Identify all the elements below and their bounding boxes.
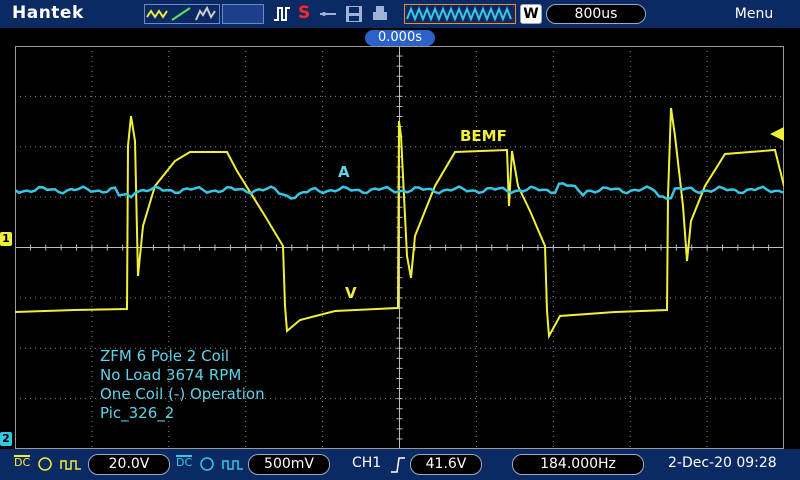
current-label: A	[338, 163, 350, 181]
voltage-label: V	[345, 284, 357, 302]
annotation-line: ZFM 6 Pole 2 Coil	[100, 347, 230, 365]
ch2-coupling[interactable]: DC	[176, 455, 193, 469]
annotation-line: No Load 3674 RPM	[100, 366, 242, 384]
ch1-ground-marker[interactable]: 1	[0, 232, 12, 246]
brand-logo: Hantek	[12, 3, 84, 23]
ch2-ground-marker[interactable]: 2	[0, 432, 12, 446]
save-icon[interactable]	[344, 4, 364, 24]
top-bar: Hantek S W 800us Menu	[0, 0, 800, 28]
waveform-mode-icon	[146, 5, 216, 22]
trigger-level[interactable]: 41.6V	[410, 454, 482, 475]
rising-edge-icon[interactable]	[390, 456, 406, 474]
ch1-volts-per-div[interactable]: 20.0V	[88, 454, 170, 475]
link-icon[interactable]	[318, 4, 338, 24]
trigger-status: S	[298, 3, 311, 23]
bandwidth-icon	[60, 460, 81, 470]
bemf-label: BEMF	[460, 127, 507, 145]
print-icon[interactable]	[370, 4, 390, 24]
gnd-icon	[200, 457, 214, 471]
timebase-display[interactable]: 800us	[546, 4, 646, 24]
frequency-counter: 184.000Hz	[512, 454, 644, 475]
trigger-edge-icon[interactable]	[272, 4, 292, 24]
annotation-line: Pic_326_2	[100, 404, 175, 422]
ch2-volts-per-div[interactable]: 500mV	[248, 454, 330, 475]
datetime: 2-Dec-20 09:28	[668, 455, 777, 471]
acquire-mode-group[interactable]	[144, 4, 220, 24]
menu-button[interactable]: Menu	[708, 0, 800, 28]
trigger-source[interactable]: CH1	[352, 455, 381, 471]
trigger-level-marker-icon[interactable]	[770, 127, 784, 141]
bottom-bar: DC 20.0V DC 500mV CH1 41.6V 184.000Hz 2-…	[0, 449, 800, 480]
waveform-preview[interactable]	[404, 4, 516, 24]
blank-indicator	[222, 4, 264, 24]
annotation-text: ZFM 6 Pole 2 Coil No Load 3674 RPM One C…	[100, 347, 265, 423]
bandwidth-icon	[222, 460, 243, 470]
gnd-icon	[38, 457, 52, 471]
annotation-line: One Coil (-) Operation	[100, 385, 265, 403]
wave-indicator: W	[520, 4, 542, 24]
ch1-coupling[interactable]: DC	[14, 455, 31, 469]
waveform-preview-icon	[406, 6, 512, 22]
